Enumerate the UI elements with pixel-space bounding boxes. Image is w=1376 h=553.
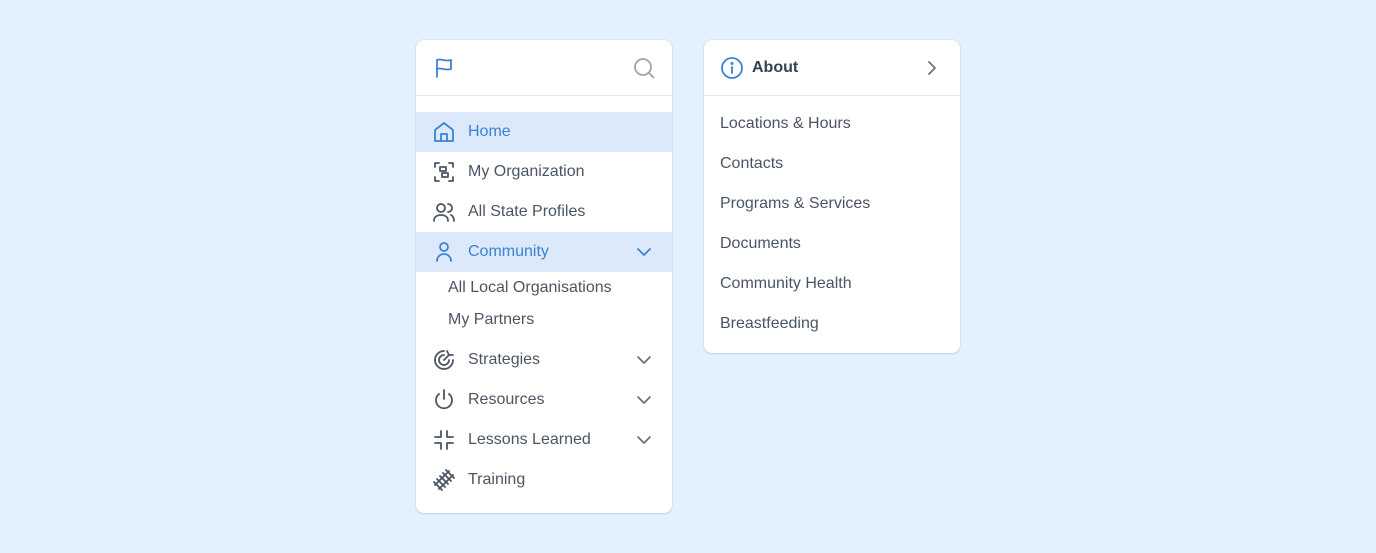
nav-item-label: Strategies: [468, 351, 541, 368]
nav-item-label: Community: [468, 243, 549, 260]
nav-item-label: All State Profiles: [468, 203, 586, 220]
nav-item-my-organization[interactable]: My Organization: [416, 152, 672, 192]
about-item-documents[interactable]: Documents: [704, 224, 960, 264]
chevron-down-icon[interactable]: [634, 390, 654, 410]
sidebar-nav: Home My Organization All State Profiles: [416, 40, 672, 513]
nav-item-resources[interactable]: Resources: [416, 380, 672, 420]
user-icon: [432, 240, 456, 264]
nav-item-label: Home: [468, 123, 511, 140]
organization-icon: [432, 160, 456, 184]
chevron-right-icon[interactable]: [920, 56, 944, 80]
flag-icon[interactable]: [432, 56, 456, 80]
sub-item-all-local-organisations[interactable]: All Local Organisations: [416, 272, 672, 304]
search-icon[interactable]: [632, 56, 656, 80]
nav-item-all-state-profiles[interactable]: All State Profiles: [416, 192, 672, 232]
target-arrow-icon: [432, 348, 456, 372]
sub-item-my-partners[interactable]: My Partners: [416, 304, 672, 336]
about-item-programs-services[interactable]: Programs & Services: [704, 184, 960, 224]
chevron-down-icon[interactable]: [634, 350, 654, 370]
community-submenu: All Local Organisations My Partners: [416, 272, 672, 340]
sidebar-header: [416, 40, 672, 96]
power-icon: [432, 388, 456, 412]
railroad-track-icon: [432, 468, 456, 492]
nav-item-strategies[interactable]: Strategies: [416, 340, 672, 380]
nav-item-label: Resources: [468, 391, 545, 408]
about-item-community-health[interactable]: Community Health: [704, 264, 960, 304]
users-icon: [432, 200, 456, 224]
about-item-locations-hours[interactable]: Locations & Hours: [704, 104, 960, 144]
nav-item-training[interactable]: Training: [416, 460, 672, 500]
info-icon: [720, 56, 744, 80]
nav-item-home[interactable]: Home: [416, 112, 672, 152]
home-icon: [432, 120, 456, 144]
about-item-contacts[interactable]: Contacts: [704, 144, 960, 184]
about-header[interactable]: About: [704, 40, 960, 96]
nav-item-community[interactable]: Community: [416, 232, 672, 272]
chevron-down-icon[interactable]: [634, 430, 654, 450]
minimize-icon: [432, 428, 456, 452]
about-item-breastfeeding[interactable]: Breastfeeding: [704, 304, 960, 344]
nav-item-lessons-learned[interactable]: Lessons Learned: [416, 420, 672, 460]
nav-item-label: Lessons Learned: [468, 431, 591, 448]
nav-list: Home My Organization All State Profiles: [416, 96, 672, 500]
nav-item-label: Training: [468, 471, 526, 488]
about-panel: About Locations & Hours Contacts Program…: [704, 40, 960, 353]
about-title: About: [752, 58, 799, 76]
nav-item-label: My Organization: [468, 163, 585, 180]
about-list: Locations & Hours Contacts Programs & Se…: [704, 96, 960, 344]
chevron-down-icon[interactable]: [634, 242, 654, 262]
